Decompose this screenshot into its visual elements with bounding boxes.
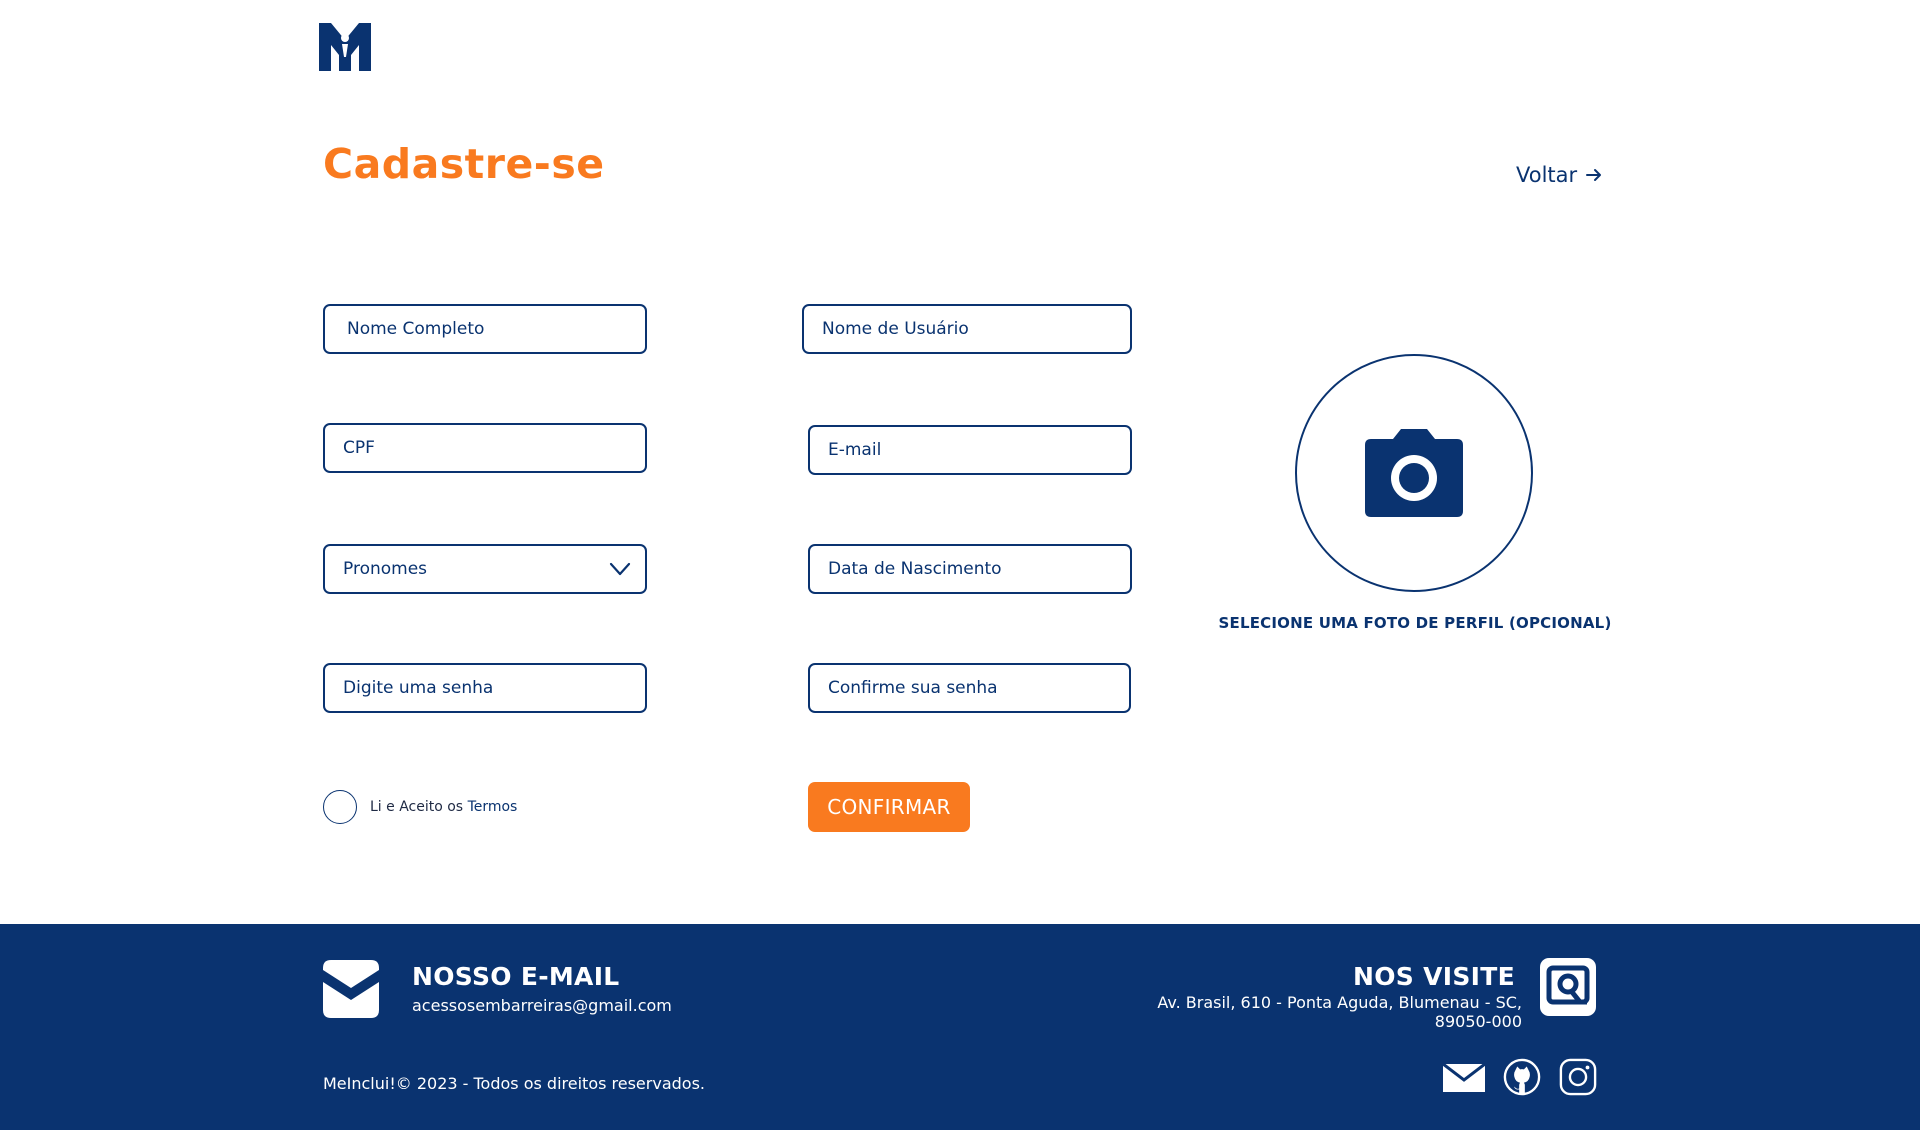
birthdate-input[interactable] <box>828 546 1130 592</box>
camera-icon <box>1365 429 1463 517</box>
map-location-icon <box>1540 958 1596 1016</box>
chevron-down-icon <box>609 562 631 576</box>
back-label: Voltar <box>1516 163 1578 187</box>
email-field[interactable] <box>808 425 1132 475</box>
password-field[interactable] <box>323 663 647 713</box>
password-input[interactable] <box>343 665 645 711</box>
copyright: MeInclui!© 2023 - Todos os direitos rese… <box>323 1074 705 1093</box>
terms-agreement: Li e Aceito os Termos <box>323 790 517 824</box>
logo-icon[interactable] <box>319 23 371 71</box>
terms-label: Li e Aceito os <box>370 799 464 815</box>
page-title: Cadastre-se <box>323 140 605 188</box>
username-field[interactable] <box>802 304 1132 354</box>
pronouns-select[interactable]: Pronomes <box>323 544 647 594</box>
confirm-button[interactable]: CONFIRMAR <box>808 782 970 832</box>
email-input[interactable] <box>828 427 1130 473</box>
github-icon[interactable] <box>1502 1058 1542 1096</box>
profile-photo-picker[interactable] <box>1295 354 1533 592</box>
full-name-field[interactable] <box>323 304 647 354</box>
birthdate-field[interactable] <box>808 544 1132 594</box>
arrow-right-icon <box>1586 169 1602 181</box>
visit-title: NOS VISITE <box>1353 962 1515 991</box>
terms-link[interactable]: Termos <box>468 799 518 815</box>
mail-icon[interactable] <box>1443 1058 1485 1096</box>
confirm-password-input[interactable] <box>828 665 1129 711</box>
pronouns-selected-value: Pronomes <box>343 559 428 579</box>
back-link[interactable]: Voltar <box>1516 163 1603 187</box>
address: Av. Brasil, 610 - Ponta Aguda, Blumenau … <box>1157 993 1522 1031</box>
photo-caption: SELECIONE UMA FOTO DE PERFIL (OPCIONAL) <box>1218 614 1612 632</box>
envelope-icon <box>323 960 379 1018</box>
full-name-input[interactable] <box>347 306 645 352</box>
terms-radio[interactable] <box>323 790 357 824</box>
cpf-input[interactable] <box>343 425 645 471</box>
instagram-icon[interactable] <box>1558 1058 1598 1096</box>
footer: NOSSO E-MAIL acessosembarreiras@gmail.co… <box>0 924 1920 1130</box>
terms-text: Li e Aceito os Termos <box>370 799 517 815</box>
email-title: NOSSO E-MAIL <box>412 962 620 991</box>
confirm-password-field[interactable] <box>808 663 1131 713</box>
username-input[interactable] <box>822 306 1130 352</box>
email-address[interactable]: acessosembarreiras@gmail.com <box>412 996 672 1015</box>
cpf-field[interactable] <box>323 423 647 473</box>
